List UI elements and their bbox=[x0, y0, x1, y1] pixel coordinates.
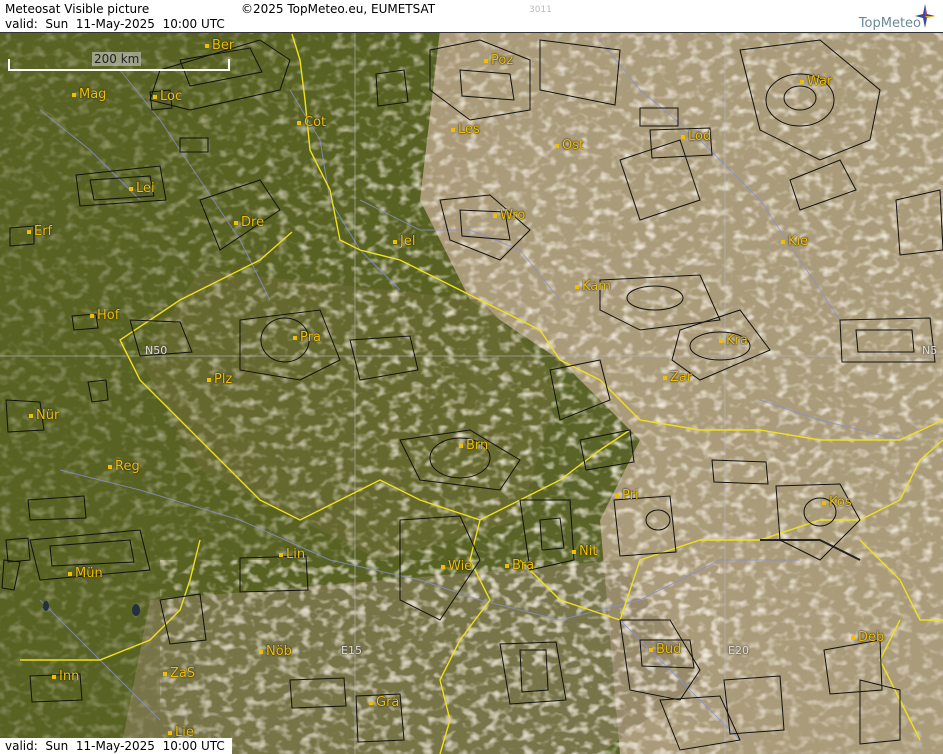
city-jel: Jel bbox=[393, 235, 415, 249]
header-copyright: ©2025 TopMeteo.eu, EUMETSAT bbox=[241, 2, 436, 16]
city-pra: Pra bbox=[293, 331, 321, 345]
city-dot-icon bbox=[369, 700, 373, 705]
city-dot-icon bbox=[484, 58, 488, 63]
city-dot-icon bbox=[441, 564, 445, 569]
city-dot-icon bbox=[663, 375, 667, 380]
city-dot-icon bbox=[153, 94, 157, 99]
city-ber: Ber bbox=[205, 39, 234, 53]
city-lei: Lei bbox=[129, 182, 155, 196]
city-pri: Pri bbox=[615, 489, 639, 503]
city-war: War bbox=[800, 75, 832, 89]
footer-valid: valid: Sun 11-May-2025 10:00 UTC bbox=[5, 739, 225, 753]
city-zas: ZaS bbox=[163, 667, 195, 681]
city-kam: Kam bbox=[575, 280, 611, 294]
city-erf: Erf bbox=[27, 225, 52, 239]
city-mun: Mün bbox=[68, 567, 103, 581]
city-dot-icon bbox=[505, 563, 509, 568]
topmeteo-logo: TopMeteo bbox=[858, 16, 921, 31]
city-dot-icon bbox=[259, 649, 263, 654]
city-dot-icon bbox=[649, 647, 653, 652]
city-dot-icon bbox=[493, 213, 497, 218]
city-dot-icon bbox=[822, 500, 826, 505]
city-dot-icon bbox=[90, 313, 94, 318]
city-dot-icon bbox=[108, 464, 112, 469]
satellite-map bbox=[0, 0, 943, 754]
city-kos: Kos bbox=[822, 496, 852, 510]
city-dot-icon bbox=[572, 549, 576, 554]
city-reg: Reg bbox=[108, 460, 140, 474]
city-dot-icon bbox=[719, 338, 723, 343]
city-dot-icon bbox=[163, 671, 167, 676]
city-dot-icon bbox=[68, 571, 72, 576]
city-dot-icon bbox=[72, 92, 76, 97]
city-gra: Gra bbox=[369, 696, 399, 710]
city-wro: Wro bbox=[493, 209, 525, 223]
city-poz: Poz bbox=[484, 54, 513, 68]
city-bra: Bra bbox=[505, 559, 534, 573]
header-title: Meteosat Visible picture bbox=[5, 2, 150, 16]
city-nur: Nür bbox=[29, 409, 59, 423]
grid-label-e20: E20 bbox=[728, 644, 749, 657]
city-les: Les bbox=[451, 123, 480, 137]
city-inn: Inn bbox=[52, 670, 79, 684]
city-dot-icon bbox=[279, 552, 283, 557]
city-wie: Wie bbox=[441, 560, 472, 574]
city-dot-icon bbox=[205, 43, 209, 48]
city-dot-icon bbox=[168, 730, 172, 735]
city-zar: Zar bbox=[663, 371, 692, 385]
grid-label-e15: E15 bbox=[341, 644, 362, 657]
city-dot-icon bbox=[27, 229, 31, 234]
city-hof: Hof bbox=[90, 309, 119, 323]
map-frame: Meteosat Visible picture ©2025 TopMeteo.… bbox=[0, 0, 943, 754]
city-dot-icon bbox=[234, 220, 238, 225]
scale-label: 200 km bbox=[92, 52, 142, 66]
city-loc: Loc bbox=[153, 90, 182, 104]
city-dot-icon bbox=[29, 413, 33, 418]
city-dot-icon bbox=[851, 635, 855, 640]
city-dot-icon bbox=[575, 284, 579, 289]
city-brn: Brn bbox=[459, 439, 488, 453]
grid-label-n50: N50 bbox=[145, 344, 168, 357]
city-deb: Deb bbox=[851, 631, 884, 645]
header-valid: valid: Sun 11-May-2025 10:00 UTC bbox=[5, 17, 225, 31]
city-dot-icon bbox=[781, 239, 785, 244]
compass-star-icon bbox=[915, 4, 935, 28]
image-id: 3011 bbox=[529, 5, 552, 15]
city-kra: Kra bbox=[719, 334, 748, 348]
city-nit: Nit bbox=[572, 545, 597, 559]
city-dot-icon bbox=[129, 186, 133, 191]
grid-label-n50-right: N5 bbox=[922, 344, 938, 357]
city-dot-icon bbox=[293, 335, 297, 340]
city-dot-icon bbox=[681, 134, 685, 139]
city-dot-icon bbox=[459, 443, 463, 448]
city-dot-icon bbox=[555, 143, 559, 148]
city-dot-icon bbox=[207, 377, 211, 382]
city-bud: Bud bbox=[649, 643, 681, 657]
city-dot-icon bbox=[297, 120, 301, 125]
city-plz: Plz bbox=[207, 373, 232, 387]
city-lod: Lod bbox=[681, 130, 711, 144]
city-dot-icon bbox=[393, 239, 397, 244]
city-dot-icon bbox=[800, 79, 804, 84]
city-dot-icon bbox=[615, 493, 619, 498]
city-kie: Kie bbox=[781, 235, 808, 249]
city-dre: Dre bbox=[234, 216, 264, 230]
city-dot-icon bbox=[52, 674, 56, 679]
city-dot-icon bbox=[451, 127, 455, 132]
city-ost: Ost bbox=[555, 139, 584, 153]
city-mag: Mag bbox=[72, 88, 106, 102]
city-lin: Lin bbox=[279, 548, 305, 562]
city-cot: Cot bbox=[297, 116, 326, 130]
city-nob: Nöb bbox=[259, 645, 292, 659]
